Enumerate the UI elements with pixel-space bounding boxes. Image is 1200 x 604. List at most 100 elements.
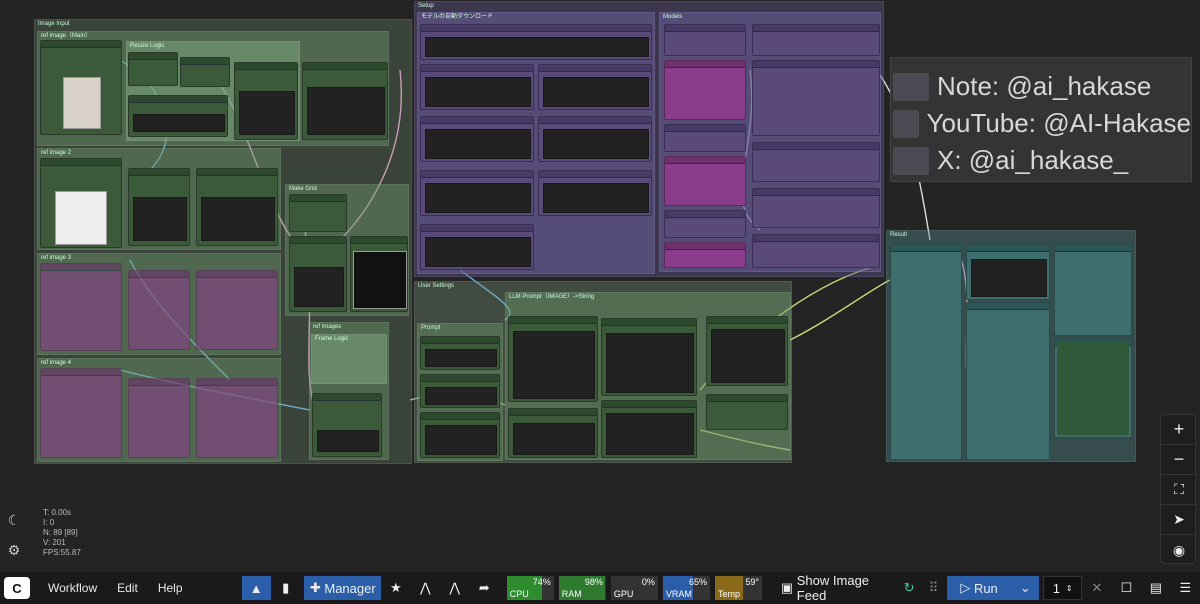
comfy-logo-icon[interactable]: C xyxy=(4,577,30,599)
menu-workflow[interactable]: Workflow xyxy=(38,581,107,595)
show-image-feed-button[interactable]: ▣ Show Image Feed ↻ xyxy=(775,573,921,603)
node-bypassed[interactable] xyxy=(128,270,190,350)
node[interactable] xyxy=(538,170,652,216)
node[interactable] xyxy=(601,318,697,396)
load-image-node-4-bypassed[interactable] xyxy=(40,368,122,458)
node-bypassed[interactable] xyxy=(196,378,278,458)
node[interactable] xyxy=(420,170,534,216)
minus-icon[interactable]: − xyxy=(1161,445,1197,475)
node[interactable] xyxy=(128,95,228,137)
meter-label: Temp xyxy=(717,589,740,599)
settings-gear-icon[interactable]: ⚙ xyxy=(0,535,28,565)
group-title: Models xyxy=(663,14,683,20)
hamburger-menu-icon[interactable]: ☰ xyxy=(1171,576,1200,600)
node[interactable] xyxy=(1054,244,1132,336)
node[interactable] xyxy=(508,316,598,402)
run-dropdown-chevron-icon[interactable]: ⌄ xyxy=(1011,576,1040,600)
load-image-node-main[interactable] xyxy=(40,40,122,135)
node[interactable] xyxy=(128,52,178,86)
eye-icon[interactable]: ◉ xyxy=(1161,535,1197,565)
node[interactable] xyxy=(289,194,347,232)
node[interactable] xyxy=(966,244,1050,300)
result-preview-node[interactable] xyxy=(1054,338,1132,438)
node[interactable] xyxy=(966,302,1050,460)
group-title: Resize Logic xyxy=(130,43,165,49)
locate-icon[interactable]: ➤ xyxy=(1161,505,1197,535)
note-line: Note: @ai_hakase xyxy=(891,70,1191,103)
node[interactable] xyxy=(706,394,788,430)
node[interactable] xyxy=(890,244,962,460)
canvas-stats: T: 0.00s I: 0 N: 89 [89] V: 201 FPS:55.8… xyxy=(43,508,81,558)
node[interactable] xyxy=(289,236,347,312)
drag-handle-icon[interactable]: ⠿ xyxy=(921,576,947,600)
menu-help[interactable]: Help xyxy=(148,581,193,595)
node[interactable] xyxy=(420,224,534,270)
manager-label: Manager xyxy=(324,580,376,596)
node[interactable] xyxy=(752,24,880,56)
node[interactable] xyxy=(420,24,652,60)
node[interactable] xyxy=(752,234,880,268)
fit-view-icon[interactable]: ⛶ xyxy=(1161,475,1197,505)
left-side-tools: ☾ ⚙ xyxy=(0,505,28,570)
node[interactable] xyxy=(752,142,880,182)
meter-value: 65% xyxy=(688,577,707,587)
note-node[interactable]: Note: @ai_hakase YouTube: @AI-Hakase X: … xyxy=(890,57,1192,182)
node[interactable] xyxy=(664,60,746,120)
node[interactable] xyxy=(664,156,746,206)
stat-line: FPS:55.87 xyxy=(43,548,81,557)
bookmark-icon[interactable]: ▮ xyxy=(271,576,300,600)
node[interactable] xyxy=(312,393,382,457)
node[interactable] xyxy=(664,24,746,56)
group-title: Setup xyxy=(418,3,434,9)
share-icon[interactable]: ➦ xyxy=(469,576,498,600)
node[interactable] xyxy=(128,168,190,246)
node[interactable] xyxy=(420,336,500,370)
ram-meter: 98% RAM xyxy=(558,576,606,600)
meter-value: 0% xyxy=(641,577,655,587)
preview-grid-node[interactable] xyxy=(350,236,408,312)
bottom-menu-bar: C Workflow Edit Help ▲ ▮ ✚ Manager ★ ⋀ ⋀… xyxy=(0,572,1200,604)
node[interactable] xyxy=(420,374,500,408)
theme-toggle-icon[interactable]: ☾ xyxy=(0,505,28,535)
comfy-org-icon[interactable]: ▲ xyxy=(241,576,271,600)
star-icon[interactable]: ★ xyxy=(381,576,410,600)
node[interactable] xyxy=(664,210,746,238)
play-icon: ▷ xyxy=(960,580,974,595)
node[interactable] xyxy=(196,168,278,246)
node-library-icon[interactable]: ⋀ xyxy=(411,576,440,600)
node[interactable] xyxy=(706,316,788,386)
node[interactable] xyxy=(538,64,652,110)
note-line: YouTube: @AI-Hakase xyxy=(891,107,1191,140)
model-library-icon[interactable]: ⋀ xyxy=(440,576,469,600)
bottom-panel-icon[interactable]: ▤ xyxy=(1141,576,1170,600)
meter-label: RAM xyxy=(561,589,582,599)
run-button[interactable]: ▷ Run xyxy=(946,576,1012,600)
focus-mode-icon[interactable]: ☐ xyxy=(1112,576,1141,600)
node-bypassed[interactable] xyxy=(128,378,190,458)
menu-edit[interactable]: Edit xyxy=(107,581,148,595)
node[interactable] xyxy=(752,188,880,228)
graph-canvas[interactable]: Image Input ref image（Main） Resize Logic… xyxy=(0,0,1200,572)
node[interactable] xyxy=(664,124,746,152)
node[interactable] xyxy=(180,57,230,87)
node[interactable] xyxy=(302,62,388,140)
node-bypassed[interactable] xyxy=(196,270,278,350)
load-image-node-2[interactable] xyxy=(40,158,122,248)
node[interactable] xyxy=(420,116,534,162)
node[interactable] xyxy=(752,60,880,136)
plus-icon[interactable]: + xyxy=(1161,415,1197,445)
node[interactable] xyxy=(234,62,298,140)
node[interactable] xyxy=(664,242,746,268)
node[interactable] xyxy=(420,412,500,458)
node[interactable] xyxy=(601,400,697,458)
ref-image-thumbnail xyxy=(63,77,101,129)
node[interactable] xyxy=(538,116,652,162)
node[interactable] xyxy=(420,64,534,110)
manager-button[interactable]: ✚ Manager xyxy=(304,576,382,600)
meter-value: 74% xyxy=(532,577,551,587)
group-frame-logic[interactable]: Frame Logic xyxy=(311,334,387,384)
clear-queue-icon[interactable]: ✕ xyxy=(1082,576,1111,600)
queue-count-input[interactable]: 1 ⇕ xyxy=(1043,576,1083,600)
node[interactable] xyxy=(508,408,598,458)
load-image-node-3-bypassed[interactable] xyxy=(40,263,122,351)
